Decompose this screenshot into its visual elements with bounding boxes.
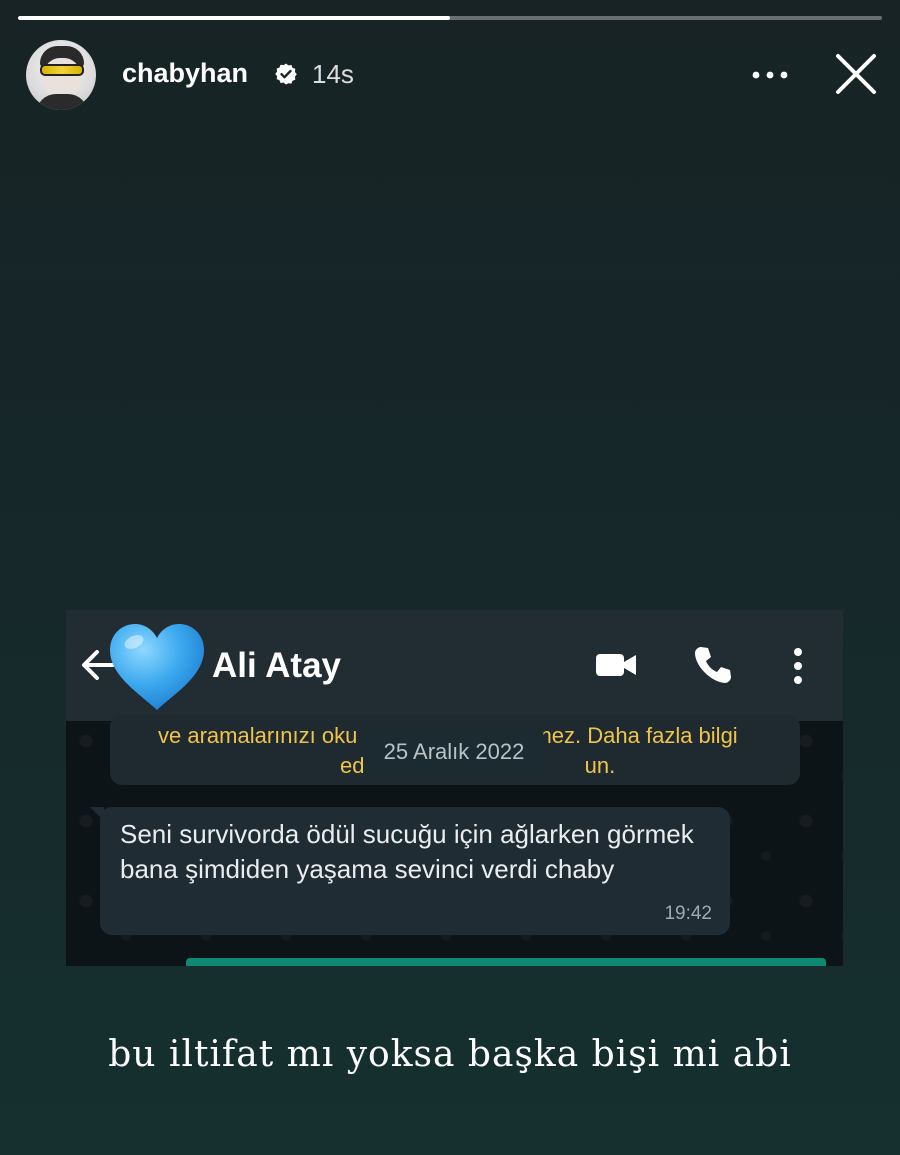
blue-heart-icon [110, 624, 204, 710]
close-icon[interactable] [832, 50, 880, 98]
story-progress-bar [18, 16, 882, 20]
phone-icon [695, 647, 731, 683]
date-chip: 25 Aralık 2022 [364, 727, 544, 777]
story-progress-fill [18, 16, 450, 20]
username[interactable]: chabyhan [122, 58, 248, 89]
story-header: chabyhan 14s [26, 38, 884, 110]
story-caption: bu iltifat mı yoksa başka bişi mi abi [108, 1034, 792, 1075]
contact-name: Ali Atay [212, 646, 342, 685]
message-text: Seni survivorda ödül sucuğu için ağlarke… [120, 819, 694, 884]
more-options-icon[interactable] [748, 60, 792, 90]
chat-area: ve aramalarınızı oku mez. Daha fazla bil… [66, 715, 843, 966]
chat-header: Ali Atay [66, 610, 843, 721]
message-time: 19:42 [664, 903, 712, 924]
vertical-menu-icon [794, 648, 802, 684]
chat-screenshot: Ali Atay ve aramalarınızı oku mez. Daha … [66, 610, 843, 966]
story-time-ago: 14s [312, 59, 354, 89]
video-call-icon [596, 654, 636, 676]
reply-bar [186, 958, 826, 966]
verified-badge-icon [275, 63, 297, 85]
avatar[interactable] [26, 40, 96, 110]
message-bubble: Seni survivorda ödül sucuğu için ağlarke… [90, 807, 730, 935]
